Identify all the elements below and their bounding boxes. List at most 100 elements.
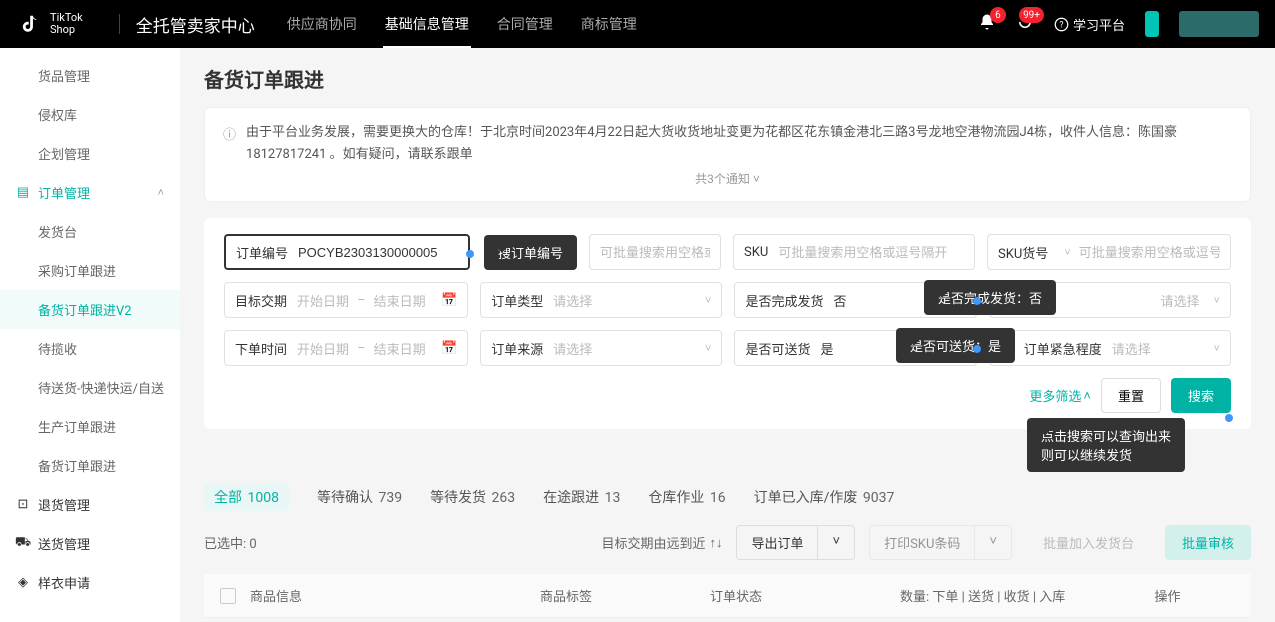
sidebar-item-stock-follow[interactable]: 备货订单跟进 bbox=[0, 446, 180, 485]
shirt-icon: ◈ bbox=[16, 576, 30, 590]
dot-marker bbox=[973, 345, 981, 353]
page-title: 备货订单跟进 bbox=[204, 64, 1251, 93]
tab-stocked[interactable]: 订单已入库/作废 9037 bbox=[754, 487, 895, 507]
chevron-up-icon: ˄ bbox=[1083, 388, 1091, 404]
chevron-up-icon: ˄ bbox=[158, 186, 164, 199]
learn-label: 学习平台 bbox=[1073, 15, 1125, 34]
sidebar-item-goods[interactable]: 货品管理 bbox=[0, 56, 180, 95]
sidebar-item-sample[interactable]: ◈ 样衣申请 bbox=[0, 563, 180, 602]
sort-icon: ↑↓ bbox=[709, 535, 722, 551]
tab-all[interactable]: 全部 1008 bbox=[204, 483, 289, 511]
chevron-down-icon: ˅ bbox=[1064, 246, 1070, 259]
tooltip-search-hint: 点击搜索可以查询出来 则可以继续发货 bbox=[1027, 418, 1185, 472]
order-icon: ▤ bbox=[16, 186, 30, 200]
order-no-input[interactable] bbox=[298, 245, 458, 260]
export-button[interactable]: 导出订单 ˅ bbox=[736, 525, 855, 560]
sort-button[interactable]: 目标交期由远到近 ↑↓ bbox=[601, 533, 722, 552]
orders-table: 商品信息 商品标签 订单状态 数量: 下单 | 送货 | 收货 | 入库 操作 bbox=[204, 574, 1251, 618]
sidebar-item-orders[interactable]: ▤ 订单管理 ˄ bbox=[0, 173, 180, 212]
order-no-field[interactable]: 订单编号 bbox=[224, 234, 470, 270]
order-source-field[interactable]: 订单来源 请选择 ˅ bbox=[480, 330, 722, 366]
truck-icon: ⛟ bbox=[16, 537, 30, 551]
filter-panel: 订单编号 搜订单编号 SKU SKU货号 ˅ bbox=[204, 218, 1251, 429]
tiktok-icon bbox=[16, 10, 44, 38]
chevron-down-icon[interactable]: ˅ bbox=[975, 526, 1011, 559]
logo[interactable]: TikTok Shop bbox=[16, 10, 83, 38]
bell-badge: 6 bbox=[990, 7, 1006, 23]
order-type-field[interactable]: 订单类型 请选择 ˅ bbox=[480, 282, 722, 318]
refresh-badge: 99+ bbox=[1019, 7, 1044, 23]
tooltip-shipped: 是否完成发货：否 bbox=[924, 280, 1056, 315]
box-icon: ⊡ bbox=[16, 498, 30, 512]
batch-add-button[interactable]: 批量加入发货台 bbox=[1026, 525, 1151, 560]
more-filters-link[interactable]: 更多筛选 ˄ bbox=[1029, 386, 1091, 405]
svg-text:?: ? bbox=[1059, 20, 1063, 30]
th-product: 商品信息 bbox=[250, 586, 540, 605]
urgency-field[interactable]: 订单紧急程度 请选择 ˅ bbox=[989, 330, 1231, 366]
user-accent bbox=[1145, 11, 1159, 37]
chevron-down-icon: ˅ bbox=[1214, 342, 1220, 355]
tab-confirm[interactable]: 等待确认 739 bbox=[317, 487, 402, 507]
dot-marker bbox=[466, 250, 474, 258]
pagination: 共 1008 条 ‹ 1 2 3 4 5 6 ⋯ 101 › 10条/页 ˅ bbox=[204, 618, 1251, 622]
sidebar-item-plan[interactable]: 企划管理 bbox=[0, 134, 180, 173]
tab-warehouse[interactable]: 仓库作业 16 bbox=[648, 487, 725, 507]
sidebar-item-pending-pickup[interactable]: 待揽收 bbox=[0, 329, 180, 368]
main-content: 备货订单跟进 ⓘ 由于平台业务发展，需要更换大的仓库！于北京时间2023年4月2… bbox=[180, 48, 1275, 622]
user-avatar[interactable] bbox=[1179, 11, 1259, 37]
dot-marker bbox=[973, 297, 981, 305]
learn-button[interactable]: ? 学习平台 bbox=[1054, 15, 1125, 34]
dot-marker bbox=[1225, 414, 1233, 422]
sku-code-input[interactable] bbox=[1079, 245, 1220, 260]
nav-contract[interactable]: 合同管理 bbox=[495, 0, 555, 48]
sku-code-field[interactable]: SKU货号 ˅ bbox=[987, 234, 1231, 270]
chevron-down-icon[interactable]: ˅ bbox=[818, 526, 854, 559]
chevron-down-icon: ˅ bbox=[753, 172, 760, 186]
batch-review-button[interactable]: 批量审核 bbox=[1165, 525, 1251, 560]
bell-button[interactable]: 6 bbox=[978, 13, 996, 35]
sidebar-item-delivery[interactable]: ⛟ 送货管理 bbox=[0, 524, 180, 563]
tab-ship[interactable]: 等待发货 263 bbox=[430, 487, 515, 507]
order-time-field[interactable]: 下单时间 开始日期 – 结束日期 📅 bbox=[224, 330, 468, 366]
th-qty: 数量: 下单 | 送货 | 收货 | 入库 bbox=[900, 586, 1100, 605]
chevron-down-icon: ˅ bbox=[705, 342, 711, 355]
calendar-icon: 📅 bbox=[441, 293, 457, 308]
th-status: 订单状态 bbox=[710, 586, 900, 605]
sidebar-item-returns[interactable]: ⊡ 退货管理 bbox=[0, 485, 180, 524]
order-no-extra[interactable] bbox=[589, 234, 721, 270]
chevron-down-icon: ˅ bbox=[705, 294, 711, 307]
sidebar-item-stock-follow-v2[interactable]: 备货订单跟进V2 bbox=[0, 290, 180, 329]
table-header: 商品信息 商品标签 订单状态 数量: 下单 | 送货 | 收货 | 入库 操作 bbox=[204, 574, 1251, 618]
th-action: 操作 bbox=[1100, 586, 1235, 605]
sku-input[interactable] bbox=[778, 245, 964, 260]
tooltip-search-order: 搜订单编号 bbox=[484, 235, 577, 270]
app-title: 全托管卖家中心 bbox=[136, 12, 255, 37]
question-icon: ? bbox=[1054, 17, 1069, 32]
sidebar-item-pending-delivery[interactable]: 待送货-快递快运/自送 bbox=[0, 368, 180, 407]
sidebar-item-infringe[interactable]: 侵权库 bbox=[0, 95, 180, 134]
print-sku-button[interactable]: 打印SKU条码 ˅ bbox=[869, 525, 1012, 560]
header-actions: 6 99+ ? 学习平台 bbox=[978, 11, 1259, 37]
reset-button[interactable]: 重置 bbox=[1101, 378, 1161, 413]
nav-trademark[interactable]: 商标管理 bbox=[579, 0, 639, 48]
nav-basic-info[interactable]: 基础信息管理 bbox=[383, 0, 471, 48]
refresh-button[interactable]: 99+ bbox=[1016, 13, 1034, 35]
sku-field[interactable]: SKU bbox=[733, 234, 975, 270]
calendar-icon: 📅 bbox=[441, 341, 457, 356]
nav-supplier[interactable]: 供应商协同 bbox=[285, 0, 359, 48]
top-nav: 供应商协同 基础信息管理 合同管理 商标管理 bbox=[285, 0, 978, 48]
toolbar: 已选中: 0 目标交期由远到近 ↑↓ 导出订单 ˅ 打印SKU条码 ˅ 批量加入… bbox=[204, 525, 1251, 560]
tab-transit[interactable]: 在途跟进 13 bbox=[543, 487, 620, 507]
divider bbox=[119, 14, 120, 34]
order-no-extra-input[interactable] bbox=[600, 245, 710, 260]
select-all-checkbox[interactable] bbox=[220, 588, 236, 604]
sidebar-item-production-follow[interactable]: 生产订单跟进 bbox=[0, 407, 180, 446]
sidebar-item-purchase-follow[interactable]: 采购订单跟进 bbox=[0, 251, 180, 290]
sidebar-item-ship-station[interactable]: 发货台 bbox=[0, 212, 180, 251]
notice-expand[interactable]: 共3个通知 ˅ bbox=[223, 170, 1232, 187]
notice-banner: ⓘ 由于平台业务发展，需要更换大的仓库！于北京时间2023年4月22日起大货收货… bbox=[204, 107, 1251, 202]
search-button[interactable]: 搜索 bbox=[1171, 378, 1231, 413]
selected-count: 已选中: 0 bbox=[204, 533, 257, 552]
app-header: TikTok Shop 全托管卖家中心 供应商协同 基础信息管理 合同管理 商标… bbox=[0, 0, 1275, 48]
due-date-field[interactable]: 目标交期 开始日期 – 结束日期 📅 bbox=[224, 282, 468, 318]
